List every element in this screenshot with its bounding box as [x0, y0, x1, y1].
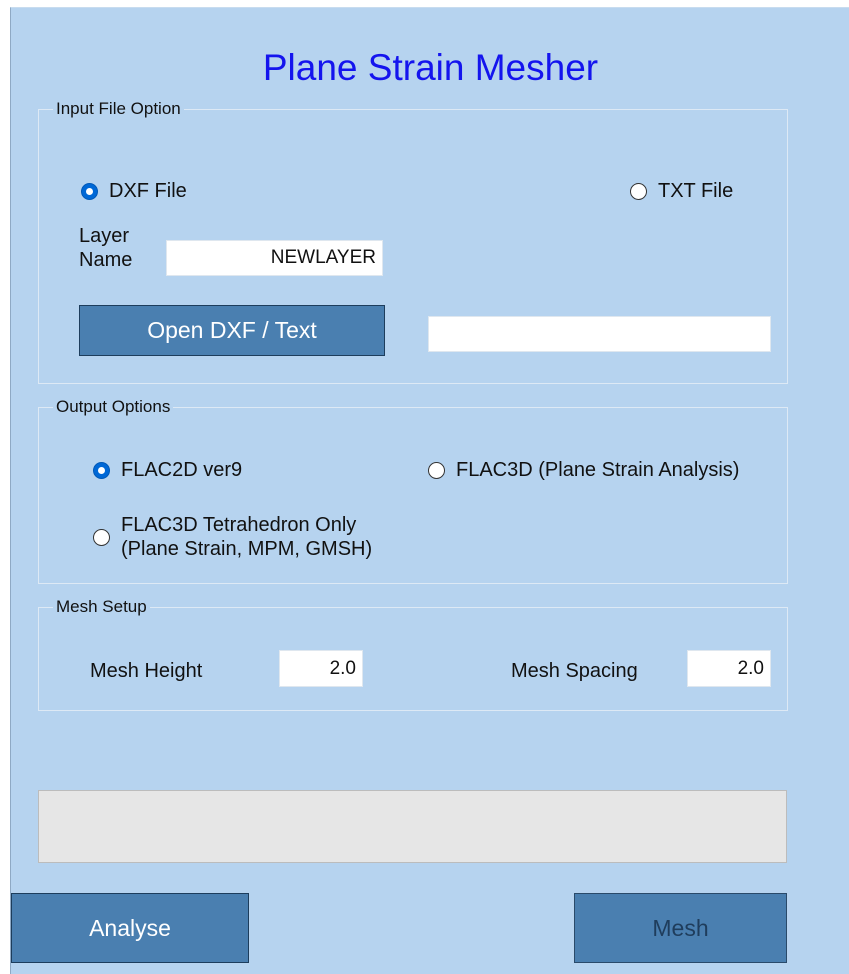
label-line: Name: [79, 249, 133, 271]
mesh-setup-group: Mesh Setup Mesh Height Mesh Spacing: [38, 597, 788, 711]
radio-checked-icon: [81, 183, 98, 200]
mesh-button[interactable]: Mesh: [574, 893, 787, 963]
open-dxf-text-button[interactable]: Open DXF / Text: [79, 305, 385, 356]
flac3d-plane-strain-radio[interactable]: FLAC3D (Plane Strain Analysis): [428, 459, 739, 482]
mesh-height-label: Mesh Height: [90, 660, 203, 682]
layer-name-input[interactable]: [166, 240, 383, 276]
radio-label: FLAC2D ver9: [121, 459, 243, 481]
dxf-file-radio[interactable]: DXF File: [81, 180, 187, 203]
progress-bar: [38, 790, 787, 863]
main-window: Plane Strain Mesher Input File Option DX…: [10, 7, 849, 974]
radio-label: FLAC3D (Plane Strain Analysis): [456, 459, 740, 481]
radio-unchecked-icon: [630, 183, 647, 200]
label-line: (Plane Strain, MPM, GMSH): [121, 538, 373, 560]
group-legend: Output Options: [53, 397, 174, 417]
flac2d-radio[interactable]: FLAC2D ver9: [93, 459, 242, 482]
input-file-option-group: Input File Option DXF File TXT File Laye…: [38, 99, 788, 384]
radio-label: DXF File: [109, 180, 187, 202]
group-legend: Mesh Setup: [53, 597, 150, 617]
page-title: Plane Strain Mesher: [262, 47, 599, 88]
output-options-group: Output Options FLAC2D ver9 FLAC3D (Plane…: [38, 397, 788, 584]
radio-checked-icon: [93, 462, 110, 479]
mesh-spacing-input[interactable]: [687, 650, 771, 687]
label-line: FLAC3D Tetrahedron Only: [121, 514, 357, 536]
layer-name-label: Layer Name: [79, 224, 132, 272]
txt-file-radio[interactable]: TXT File: [630, 180, 733, 203]
mesh-height-input[interactable]: [279, 650, 363, 687]
radio-unchecked-icon: [428, 462, 445, 479]
analyse-button[interactable]: Analyse: [11, 893, 249, 963]
file-path-input[interactable]: [428, 316, 771, 352]
mesh-spacing-label: Mesh Spacing: [511, 660, 638, 682]
radio-label: FLAC3D Tetrahedron Only (Plane Strain, M…: [121, 513, 372, 561]
label-line: Layer: [79, 225, 130, 247]
radio-label: TXT File: [658, 180, 734, 202]
flac3d-tetrahedron-radio[interactable]: FLAC3D Tetrahedron Only (Plane Strain, M…: [93, 513, 372, 561]
group-legend: Input File Option: [53, 99, 184, 119]
radio-unchecked-icon: [93, 528, 110, 546]
